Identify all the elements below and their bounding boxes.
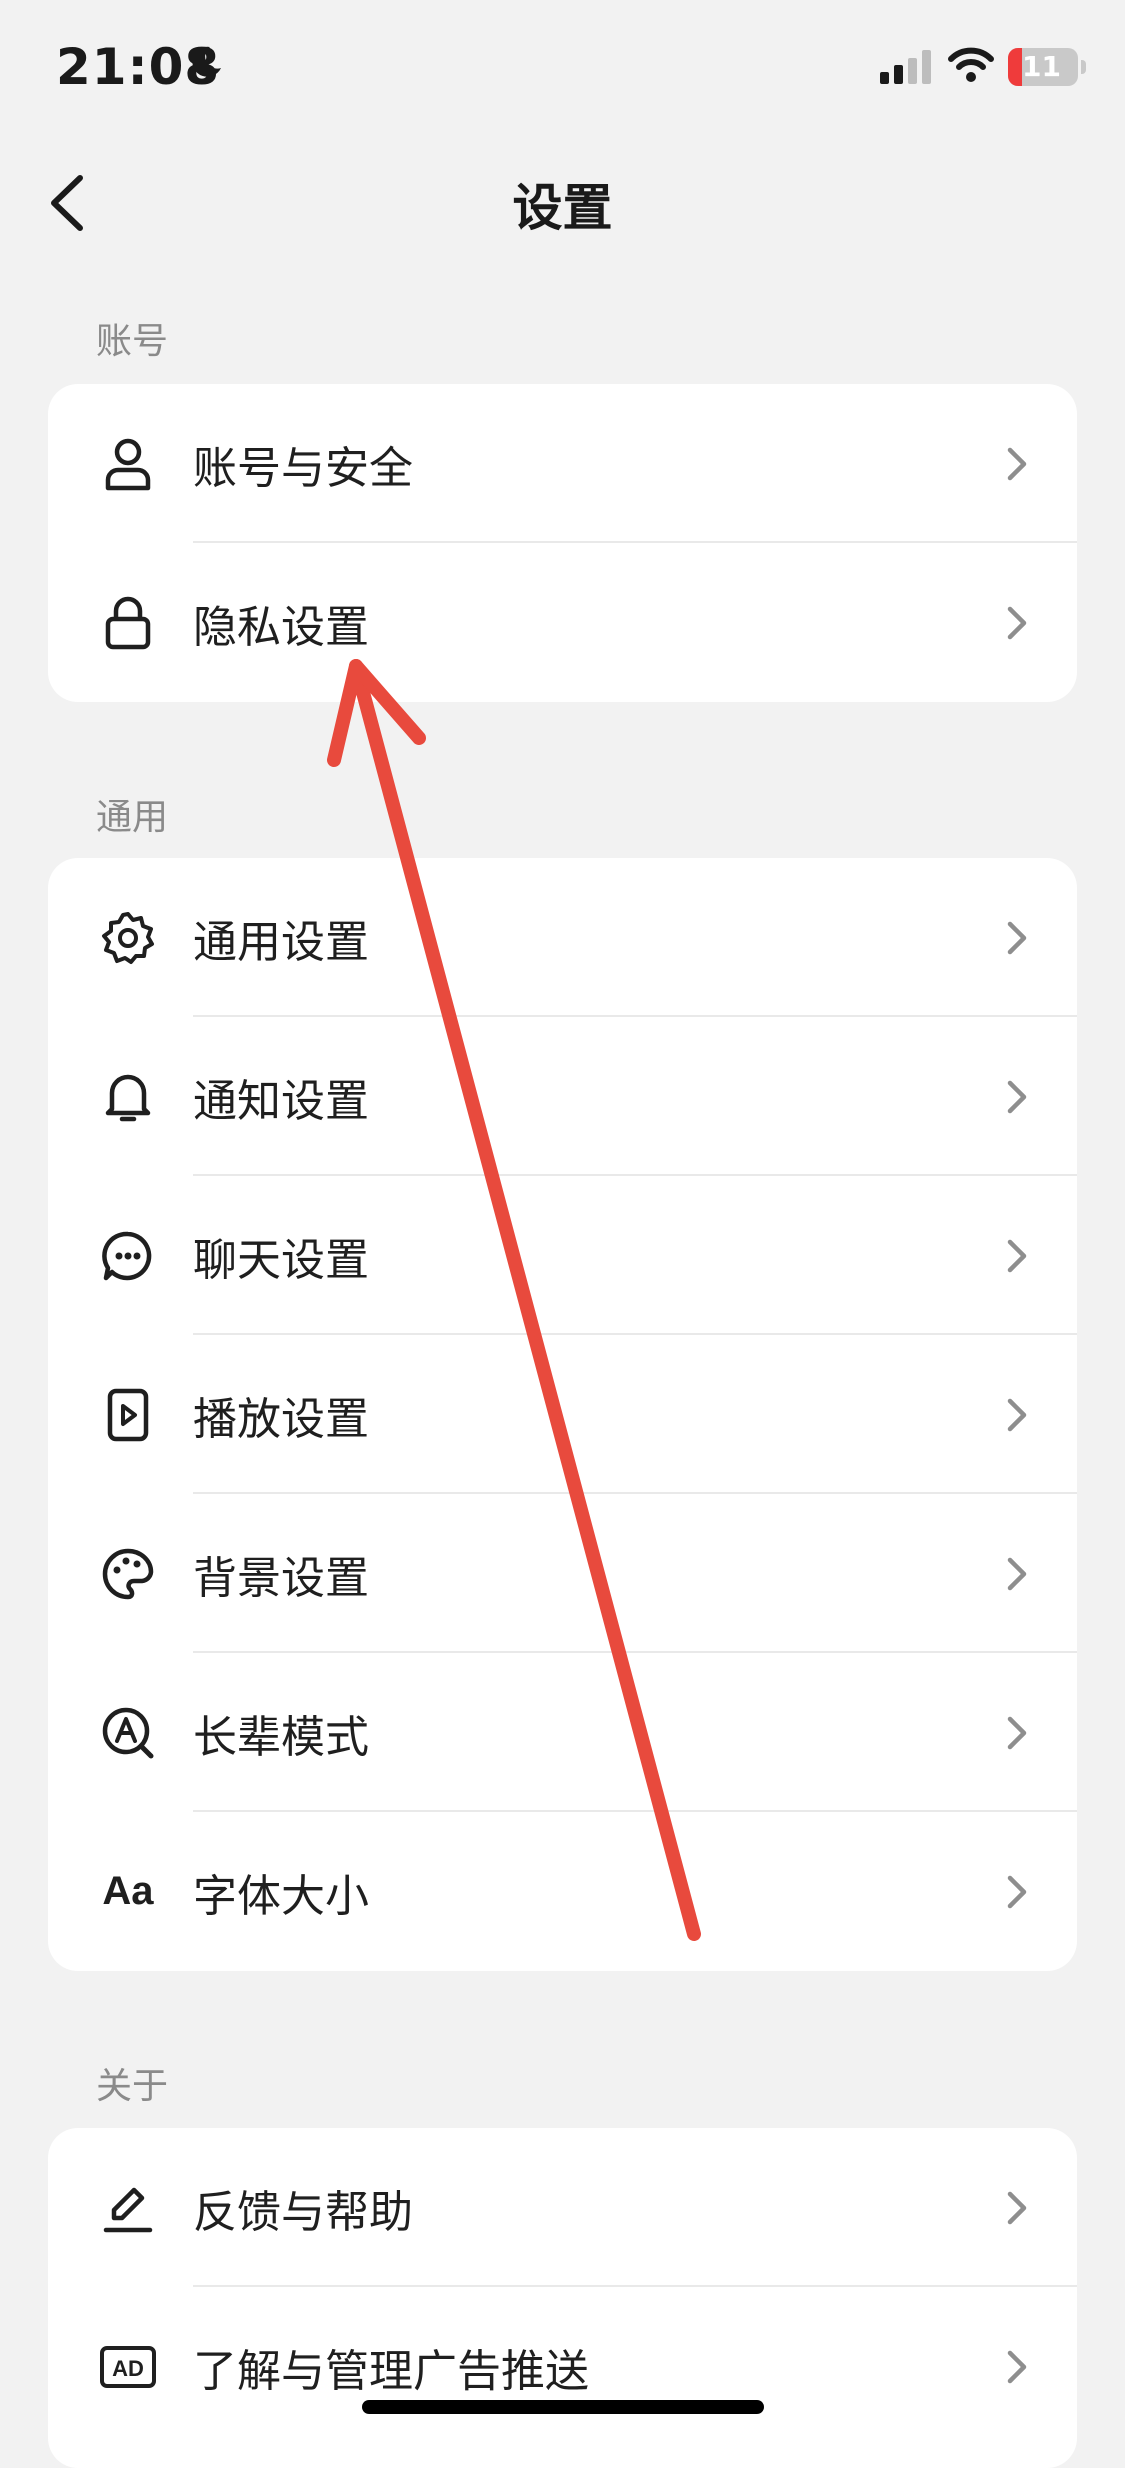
- battery-level: 11: [1022, 50, 1061, 83]
- chevron-right-icon: [1005, 1077, 1029, 1117]
- settings-item-general[interactable]: 通用设置: [48, 858, 1077, 1017]
- chevron-right-icon: [1005, 603, 1029, 643]
- chevron-right-icon: [1005, 1395, 1029, 1435]
- play-icon: [98, 1385, 158, 1445]
- status-bar: 21:08 11: [0, 0, 1125, 130]
- settings-item-label: 通用设置: [193, 916, 369, 968]
- edit-pen-icon: [98, 2178, 158, 2238]
- chevron-right-icon: [1005, 1872, 1029, 1912]
- settings-item-label: 了解与管理广告推送: [193, 2345, 589, 2397]
- chevron-right-icon: [1005, 2347, 1029, 2387]
- settings-item-elder-mode[interactable]: 长辈模式: [48, 1653, 1077, 1812]
- settings-item-label: 账号与安全: [193, 442, 413, 494]
- ad-icon-text: AD: [112, 2356, 144, 2381]
- settings-item-notifications[interactable]: 通知设置: [48, 1017, 1077, 1176]
- settings-item-label: 长辈模式: [193, 1711, 369, 1763]
- wifi-icon: [948, 46, 994, 88]
- settings-item-label: 隐私设置: [193, 601, 369, 653]
- cellular-signal-icon: [880, 50, 936, 88]
- settings-item-label: 字体大小: [193, 1870, 369, 1922]
- settings-item-label: 背景设置: [193, 1552, 369, 1604]
- font-size-icon: Aa: [98, 1862, 158, 1922]
- settings-item-label: 播放设置: [193, 1393, 369, 1445]
- font-size-icon-text: Aa: [102, 1869, 154, 1913]
- settings-item-font-size[interactable]: Aa 字体大小: [48, 1812, 1077, 1971]
- chevron-right-icon: [1005, 1236, 1029, 1276]
- account-card: 账号与安全 隐私设置: [48, 384, 1077, 702]
- settings-item-label: 反馈与帮助: [193, 2186, 413, 2238]
- settings-item-feedback-help[interactable]: 反馈与帮助: [48, 2128, 1077, 2287]
- gear-icon: [98, 908, 158, 968]
- settings-item-privacy[interactable]: 隐私设置: [48, 543, 1077, 702]
- general-card: 通用设置 通知设置 聊天设置 播放设置 背景设置 长辈模式 Aa 字体大小: [48, 858, 1077, 1971]
- chevron-right-icon: [1005, 918, 1029, 958]
- elder-mode-icon: [98, 1703, 158, 1763]
- chevron-right-icon: [1005, 2188, 1029, 2228]
- chevron-right-icon: [1005, 1713, 1029, 1753]
- palette-icon: [98, 1544, 158, 1604]
- section-label-about: 关于: [96, 2066, 169, 2107]
- settings-item-chat[interactable]: 聊天设置: [48, 1176, 1077, 1335]
- page-title: 设置: [512, 179, 613, 237]
- chevron-right-icon: [1005, 444, 1029, 484]
- about-card: 反馈与帮助 AD 了解与管理广告推送: [48, 2128, 1077, 2468]
- settings-item-label: 聊天设置: [193, 1234, 369, 1286]
- settings-item-ad-management[interactable]: AD 了解与管理广告推送: [48, 2287, 1077, 2446]
- settings-item-label: 通知设置: [193, 1075, 369, 1127]
- chat-bubble-icon: [98, 1226, 158, 1286]
- bell-icon: [98, 1067, 158, 1127]
- settings-item-background[interactable]: 背景设置: [48, 1494, 1077, 1653]
- settings-item-playback[interactable]: 播放设置: [48, 1335, 1077, 1494]
- nav-bar: 设置: [0, 140, 1125, 260]
- home-indicator: [362, 2400, 764, 2414]
- moon-icon: [188, 44, 224, 84]
- ad-icon: AD: [98, 2337, 158, 2397]
- section-label-general: 通用: [96, 797, 169, 838]
- lock-icon: [98, 593, 158, 653]
- person-icon: [98, 434, 158, 494]
- chevron-right-icon: [1005, 1554, 1029, 1594]
- section-label-account: 账号: [96, 321, 169, 362]
- settings-item-account-security[interactable]: 账号与安全: [48, 384, 1077, 543]
- battery-icon: 11: [1008, 48, 1086, 86]
